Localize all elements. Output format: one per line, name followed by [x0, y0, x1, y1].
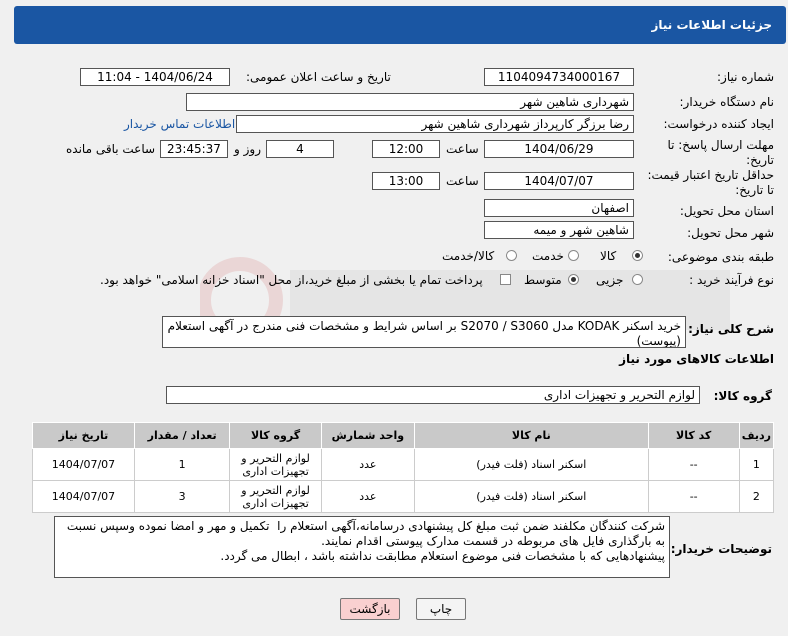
creator-field: رضا برزگر کارپرداز شهرداری شاهین شهر [236, 115, 634, 133]
col-goods-code: کد کالا [647, 422, 740, 449]
col-need-date: تاریخ نیاز [32, 422, 135, 449]
creator-label: ایجاد کننده درخواست: [663, 117, 774, 131]
treasury-payment-checkbox[interactable] [500, 274, 511, 285]
category-radio-goods-service[interactable] [506, 250, 517, 261]
buyer-org-field: شهرداری شاهین شهر [186, 93, 634, 111]
cell-goods-group: لوازم التحریر و تجهیزات اداری [229, 448, 322, 481]
cell-unit: عدد [320, 480, 416, 513]
city-label: شهر محل تحویل: [687, 226, 774, 240]
price-validity-label-line2: تا تاریخ: [735, 183, 774, 197]
province-label: استان محل تحویل: [679, 204, 774, 218]
page-header: جزئیات اطلاعات نیاز [14, 6, 786, 44]
description-field: خرید اسکنر KODAK مدل S2070 / S3060 بر اس… [162, 316, 686, 348]
category-option-service: خدمت [532, 249, 564, 263]
cell-goods-code: -- [647, 480, 740, 513]
process-radio-medium[interactable] [568, 274, 579, 285]
col-row-number: ردیف [738, 422, 775, 449]
announce-datetime-label: تاریخ و ساعت اعلان عمومی: [246, 70, 391, 84]
deadline-date-field: 1404/06/29 [484, 140, 634, 158]
cell-row-number: 2 [738, 480, 775, 513]
days-label: روز و [234, 142, 261, 156]
page-title: جزئیات اطلاعات نیاز [651, 18, 772, 32]
goods-group-label: گروه کالا: [713, 389, 772, 403]
goods-group-field: لوازم التحریر و تجهیزات اداری [166, 386, 700, 404]
category-radio-service[interactable] [568, 250, 579, 261]
deadline-label-line2: تاریخ: [746, 153, 774, 167]
category-option-goods: کالا [600, 249, 617, 263]
cell-goods-code: -- [647, 448, 740, 481]
category-radio-goods[interactable] [632, 250, 643, 261]
col-goods-group: گروه کالا [229, 422, 322, 449]
buyer-contact-link[interactable]: اطلاعات تماس خریدار [124, 117, 235, 131]
cell-goods-group: لوازم التحریر و تجهیزات اداری [229, 480, 322, 513]
process-type-label: نوع فرآیند خرید : [689, 273, 774, 287]
back-button[interactable]: بازگشت [340, 598, 400, 620]
need-details-page: جزئیات اطلاعات نیاز شماره نیاز: 11040947… [0, 0, 788, 636]
need-number-label: شماره نیاز: [717, 70, 774, 84]
deadline-label-line1: مهلت ارسال پاسخ: تا [667, 138, 774, 152]
need-number-field: 1104094734000167 [484, 68, 634, 86]
cell-row-number: 1 [738, 448, 775, 481]
cell-need-date: 1404/07/07 [32, 448, 135, 481]
col-goods-name: نام کالا [414, 422, 649, 449]
province-field: اصفهان [484, 199, 634, 217]
process-radio-minor[interactable] [632, 274, 643, 285]
process-option-minor: جزیی [596, 273, 624, 287]
category-option-goods-service: کالا/خدمت [442, 249, 495, 263]
price-validity-time-field: 13:00 [372, 172, 440, 190]
remaining-time-label: ساعت باقی مانده [66, 142, 156, 156]
remaining-time-field: 23:45:37 [160, 140, 228, 158]
city-field: شاهین شهر و میمه [484, 221, 634, 239]
cell-quantity: 3 [133, 480, 231, 513]
category-label: طبقه بندی موضوعی: [667, 250, 774, 264]
col-unit: واحد شمارش [320, 422, 416, 449]
price-validity-label-line1: حداقل تاریخ اعتبار قیمت: [647, 168, 774, 182]
process-option-medium: متوسط [524, 273, 562, 287]
col-quantity: تعداد / مقدار [133, 422, 231, 449]
description-label: شرح کلی نیاز: [688, 322, 774, 336]
cell-need-date: 1404/07/07 [32, 480, 135, 513]
cell-goods-name: اسکنر اسناد (فلت فیدر) [414, 448, 649, 481]
price-validity-date-field: 1404/07/07 [484, 172, 634, 190]
cell-quantity: 1 [133, 448, 231, 481]
print-button[interactable]: چاپ [416, 598, 466, 620]
items-info-title: اطلاعات کالاهای مورد نیاز [619, 352, 774, 366]
remaining-days-field: 4 [266, 140, 334, 158]
items-table-header: ردیف کد کالا نام کالا واحد شمارش گروه کا… [32, 422, 775, 449]
announce-datetime-field: 1404/06/24 - 11:04 [80, 68, 230, 86]
deadline-time-field: 12:00 [372, 140, 440, 158]
table-row: 2 -- اسکنر اسناد (فلت فیدر) عدد لوازم ال… [32, 480, 775, 513]
deadline-time-label: ساعت [446, 142, 479, 156]
buyer-org-label: نام دستگاه خریدار: [679, 95, 775, 109]
treasury-payment-note: پرداخت تمام یا بخشی از مبلغ خرید،از محل … [100, 273, 483, 287]
cell-unit: عدد [320, 448, 416, 481]
price-validity-time-label: ساعت [446, 174, 479, 188]
items-table: ردیف کد کالا نام کالا واحد شمارش گروه کا… [32, 422, 775, 513]
buyer-notes-label: توضیحات خریدار: [670, 542, 772, 556]
table-row: 1 -- اسکنر اسناد (فلت فیدر) عدد لوازم ال… [32, 448, 775, 481]
buyer-notes-field: شرکت کنندگان مکلفند ضمن ثبت مبلغ کل پیشن… [54, 516, 670, 578]
cell-goods-name: اسکنر اسناد (فلت فیدر) [414, 480, 649, 513]
